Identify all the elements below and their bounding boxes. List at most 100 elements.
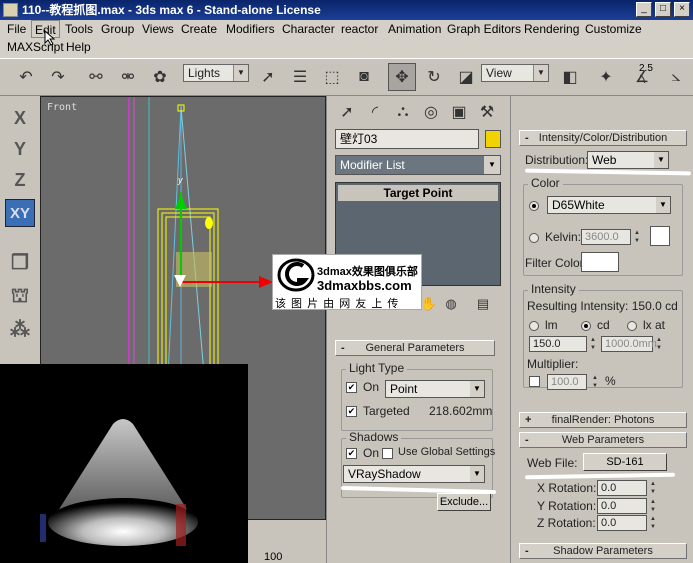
axis-x-button[interactable]: X <box>5 104 35 132</box>
light-on-checkbox[interactable]: ✔ <box>346 382 357 393</box>
y-rotation-spinner[interactable]: 0.0 <box>597 498 647 514</box>
select-and-link-icon[interactable]: ⚯ <box>82 63 110 91</box>
intensity-spinner[interactable]: 150.0 <box>529 336 587 352</box>
final-render-photons-rollout[interactable]: + finalRender: Photons <box>519 412 687 428</box>
axis-xy-button[interactable]: XY <box>5 199 35 227</box>
exclude-button[interactable]: Exclude... <box>437 493 491 511</box>
display-tab-icon[interactable]: ▣ <box>445 98 473 126</box>
menu-file[interactable]: File <box>4 20 29 38</box>
minimize-button[interactable]: _ <box>636 2 652 17</box>
kelvin-color-swatch[interactable] <box>650 226 670 246</box>
light-parameters-panel: - Intensity/Color/Distribution Distribut… <box>510 96 693 563</box>
distribution-dropdown[interactable]: Web ▼ <box>587 151 669 169</box>
multiplier-spinner-arrows[interactable]: ▲ ▼ <box>591 374 599 390</box>
hierarchy-tab-icon[interactable]: ⛬ <box>389 98 417 126</box>
maximize-button[interactable]: □ <box>655 2 671 17</box>
y-rotation-spinner-arrows[interactable]: ▲ ▼ <box>649 498 657 514</box>
targeted-checkbox[interactable]: ✔ <box>346 406 357 417</box>
timeline-ruler[interactable]: 100 <box>248 520 326 563</box>
menu-maxscript[interactable]: MAXScript <box>4 38 67 56</box>
kelvin-label: Kelvin: <box>545 230 582 244</box>
particles-icon[interactable]: ⁂ <box>5 316 35 344</box>
select-and-rotate-icon[interactable]: ↻ <box>420 63 448 91</box>
lx-radio[interactable] <box>627 321 637 331</box>
select-and-scale-icon[interactable]: ◪ <box>452 63 480 91</box>
reference-coordinate-dropdown[interactable]: View ▼ <box>481 64 549 82</box>
show-end-result-icon[interactable]: ◍ <box>437 290 465 318</box>
use-global-settings-checkbox[interactable] <box>382 448 393 459</box>
lm-radio[interactable] <box>529 321 539 331</box>
general-parameters-rollout[interactable]: - General Parameters <box>335 340 495 356</box>
create-tab-icon[interactable]: ➚ <box>333 98 361 126</box>
modifier-list-dropdown[interactable]: Modifier List ▼ <box>335 155 501 175</box>
menu-create[interactable]: Create <box>178 20 220 38</box>
web-file-button[interactable]: SD-161 <box>583 453 667 471</box>
redo-icon[interactable]: ↷ <box>44 63 72 91</box>
menu-customize[interactable]: Customize <box>582 20 645 38</box>
menu-modifiers[interactable]: Modifiers <box>223 20 278 38</box>
color-preset-radio[interactable] <box>529 201 539 211</box>
menu-character[interactable]: Character <box>279 20 338 38</box>
color-preset-dropdown[interactable]: D65White ▼ <box>547 196 671 214</box>
chevron-down-icon: ▼ <box>654 152 668 168</box>
command-panel: ➚ ◜ ⛬ ◎ ▣ ⚒ 壁灯03 Modifier List ▼ Target … <box>326 96 510 563</box>
filter-color-swatch[interactable] <box>581 252 619 272</box>
chevron-down-icon: ▼ <box>484 156 500 174</box>
menu-graph-editors[interactable]: Graph Editors <box>444 20 524 38</box>
object-color-swatch[interactable] <box>485 130 501 148</box>
menu-help[interactable]: Help <box>63 38 94 56</box>
shadow-type-dropdown[interactable]: VRayShadow ▼ <box>343 465 485 483</box>
menu-reactor[interactable]: reactor <box>338 20 381 38</box>
kelvin-spinner[interactable]: 3600.0 <box>581 229 631 245</box>
selection-filter-dropdown[interactable]: Lights ▼ <box>183 64 249 82</box>
light-type-dropdown[interactable]: Point ▼ <box>385 380 485 398</box>
shadow-type-value: VRayShadow <box>348 467 421 481</box>
x-rotation-spinner[interactable]: 0.0 <box>597 480 647 496</box>
filter-color-label: Filter Color: <box>525 256 588 270</box>
menu-group[interactable]: Group <box>98 20 137 38</box>
shadows-on-checkbox[interactable]: ✔ <box>346 448 357 459</box>
manipulate-icon[interactable]: ✦ <box>592 63 620 91</box>
select-by-name-icon[interactable]: ☰ <box>286 63 314 91</box>
hierarchy-icon[interactable]: ⛫ <box>5 282 35 310</box>
render-preview <box>0 364 248 563</box>
undo-icon[interactable]: ↶ <box>12 63 40 91</box>
utilities-tab-icon[interactable]: ⚒ <box>473 98 501 126</box>
intensity-color-distribution-rollout[interactable]: - Intensity/Color/Distribution <box>519 130 687 146</box>
unlink-icon[interactable]: ⚮ <box>114 63 142 91</box>
object-name-input[interactable]: 壁灯03 <box>335 129 479 149</box>
shadow-parameters-rollout[interactable]: - Shadow Parameters <box>519 543 687 559</box>
close-button[interactable]: × <box>674 2 690 17</box>
axis-y-button[interactable]: Y <box>5 135 35 163</box>
kelvin-radio[interactable] <box>529 233 539 243</box>
angle-snap-icon[interactable]: ⦣ <box>662 63 690 91</box>
kelvin-spinner-arrows[interactable]: ▲ ▼ <box>633 229 641 245</box>
select-object-icon[interactable]: ➚ <box>254 63 282 91</box>
multiplier-spinner[interactable]: 100.0 <box>547 374 587 390</box>
cube-icon[interactable]: ❒ <box>5 249 35 277</box>
multiplier-checkbox[interactable] <box>529 376 540 387</box>
modify-tab-icon[interactable]: ◜ <box>361 98 389 126</box>
stack-item-target-point[interactable]: Target Point <box>338 185 498 201</box>
menu-views[interactable]: Views <box>139 20 177 38</box>
window-crossing-icon[interactable]: ◙ <box>350 63 378 91</box>
z-rotation-spinner-arrows[interactable]: ▲ ▼ <box>649 515 657 531</box>
chevron-down-icon: ▼ <box>470 381 484 397</box>
cd-radio[interactable] <box>581 321 591 331</box>
lx-distance-spinner-arrows[interactable]: ▲ ▼ <box>655 336 663 352</box>
bind-space-warp-icon[interactable]: ✿ <box>146 63 174 91</box>
menu-animation[interactable]: Animation <box>385 20 444 38</box>
menu-rendering[interactable]: Rendering <box>521 20 582 38</box>
x-rotation-spinner-arrows[interactable]: ▲ ▼ <box>649 480 657 496</box>
lx-distance-spinner[interactable]: 1000.0mm <box>601 336 657 352</box>
rectangular-selection-icon[interactable]: ⬚ <box>318 63 346 91</box>
pivot-center-icon[interactable]: ◧ <box>556 63 584 91</box>
configure-sets-icon[interactable]: ▤ <box>469 290 497 318</box>
z-rotation-spinner[interactable]: 0.0 <box>597 515 647 531</box>
intensity-spinner-arrows[interactable]: ▲ ▼ <box>589 336 597 352</box>
axis-z-button[interactable]: Z <box>5 166 35 194</box>
motion-tab-icon[interactable]: ◎ <box>417 98 445 126</box>
menu-tools[interactable]: Tools <box>62 20 96 38</box>
select-and-move-icon[interactable]: ✥ <box>388 63 416 91</box>
web-parameters-rollout[interactable]: - Web Parameters <box>519 432 687 448</box>
